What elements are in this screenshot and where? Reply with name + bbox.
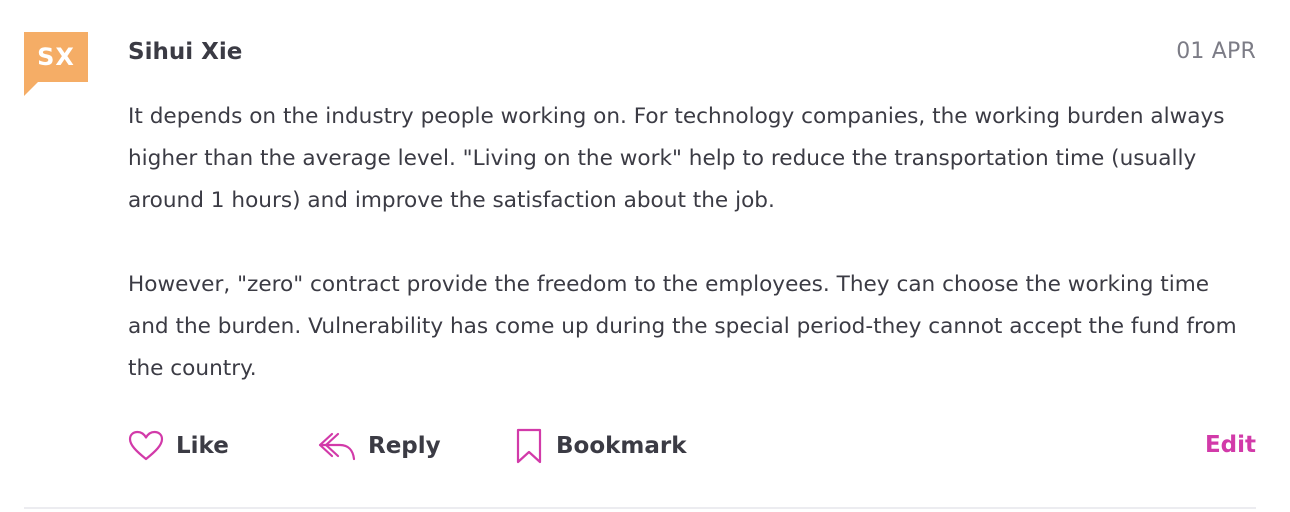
like-label: Like	[176, 433, 229, 459]
reply-icon	[318, 430, 356, 462]
comment-actions: Like Reply Bookmark	[128, 424, 734, 468]
heart-icon	[128, 430, 164, 462]
edit-button[interactable]: Edit	[1205, 428, 1256, 462]
comment-card: SX Sihui Xie 01 APR It depends on the in…	[0, 0, 1290, 512]
avatar[interactable]: SX	[24, 32, 88, 82]
comment-date: 01 APR	[1176, 39, 1256, 64]
bookmark-icon	[514, 428, 544, 464]
bookmark-label: Bookmark	[556, 433, 687, 459]
avatar-initials: SX	[37, 43, 75, 71]
comment-author[interactable]: Sihui Xie	[128, 36, 242, 68]
reply-label: Reply	[368, 433, 441, 459]
divider	[24, 507, 1256, 509]
like-button[interactable]: Like	[128, 430, 318, 462]
comment-paragraph: It depends on the industry people workin…	[128, 104, 1225, 213]
comment-body: It depends on the industry people workin…	[128, 96, 1238, 432]
bookmark-button[interactable]: Bookmark	[514, 428, 734, 464]
avatar-tail	[24, 82, 38, 96]
comment-paragraph: However, "zero" contract provide the fre…	[128, 272, 1237, 381]
reply-button[interactable]: Reply	[318, 430, 514, 462]
